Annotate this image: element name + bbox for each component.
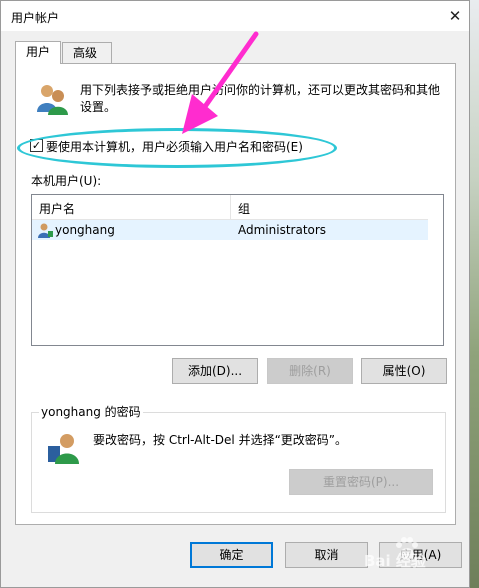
close-icon[interactable]: ✕	[443, 4, 467, 28]
password-user-icon	[48, 434, 79, 464]
user-name-cell: yonghang	[55, 223, 115, 237]
delete-user-button[interactable]: 删除(R)	[267, 358, 353, 384]
require-login-checkbox[interactable]: ✓	[30, 139, 43, 152]
users-list-label: 本机用户(U):	[31, 174, 102, 188]
list-header: 用户名 组	[32, 195, 428, 220]
user-icon	[38, 223, 53, 238]
desktop-background	[470, 0, 479, 588]
password-group-title: yonghang 的密码	[39, 403, 143, 420]
tab-users[interactable]: 用户	[15, 41, 61, 64]
users-list[interactable]: 用户名 组 yonghang Administrators	[31, 194, 444, 346]
users-icon	[37, 85, 68, 115]
tab-advanced[interactable]: 高级	[62, 42, 112, 63]
add-user-button[interactable]: 添加(D)...	[172, 358, 258, 384]
cancel-button[interactable]: 取消	[285, 542, 368, 568]
table-row[interactable]: yonghang Administrators	[32, 220, 428, 240]
reset-password-button[interactable]: 重置密码(P)...	[289, 469, 433, 495]
properties-button[interactable]: 属性(O)	[361, 358, 447, 384]
description-text: 用下列表接予或拒绝用户访问你的计算机，还可以更改其密码和其他设置。	[80, 83, 441, 114]
column-header-group[interactable]: 组	[238, 200, 250, 217]
password-groupbox	[31, 412, 446, 513]
ok-button[interactable]: 确定	[190, 542, 273, 568]
apply-button[interactable]: 应用(A)	[379, 542, 462, 568]
user-group-cell: Administrators	[238, 223, 327, 237]
window-title: 用户帐户	[11, 11, 60, 25]
require-login-label[interactable]: 要使用本计算机，用户必须输入用户名和密码(E)	[46, 138, 303, 155]
column-header-username[interactable]: 用户名	[39, 200, 75, 217]
password-instructions: 要改密码，按 Ctrl-Alt-Del 并选择“更改密码”。	[93, 433, 348, 447]
column-divider[interactable]	[230, 195, 231, 219]
title-bar: 用户帐户 ✕	[1, 1, 469, 31]
